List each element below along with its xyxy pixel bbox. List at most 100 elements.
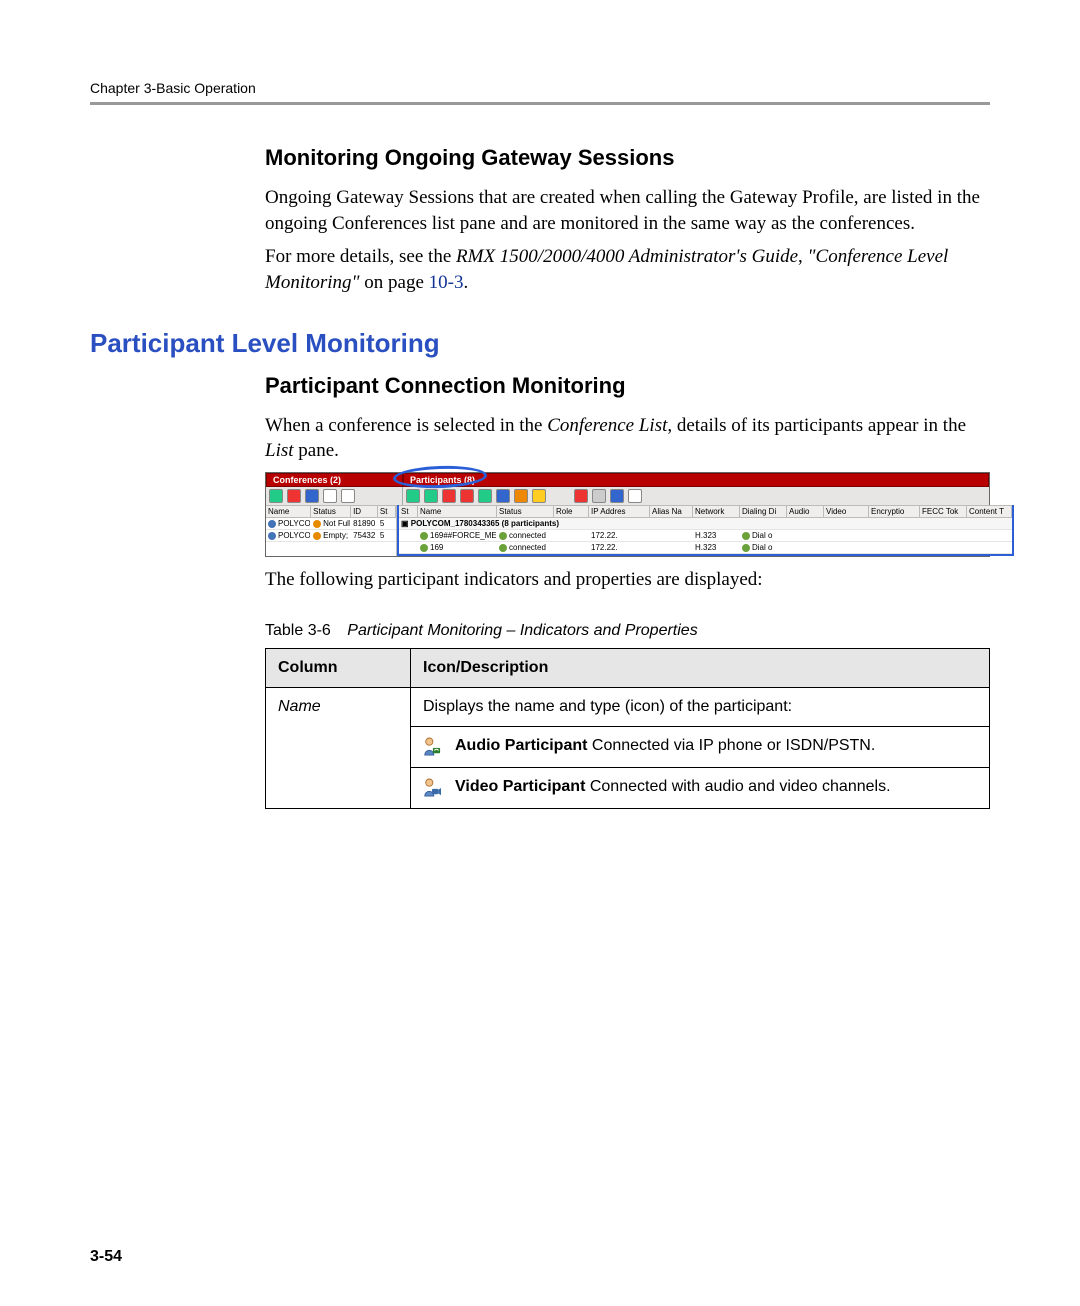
pcol-st: St bbox=[399, 506, 418, 517]
toolbar-icon bbox=[442, 489, 456, 503]
conference-icon bbox=[268, 532, 276, 540]
dial-icon bbox=[742, 544, 750, 552]
part-network: H.323 bbox=[693, 530, 740, 541]
text: When a conference is selected in the bbox=[265, 415, 547, 436]
col-st: St bbox=[378, 506, 396, 517]
toolbar-icon bbox=[305, 489, 319, 503]
td-name: Name bbox=[266, 688, 411, 809]
part-name: 169 bbox=[430, 543, 443, 552]
audio-participant-icon bbox=[423, 737, 441, 757]
dial-icon bbox=[742, 532, 750, 540]
conf-st: 5 bbox=[378, 518, 396, 529]
gateway-para-2: For more details, see the RMX 1500/2000/… bbox=[265, 244, 990, 295]
page-number: 3-54 bbox=[90, 1248, 122, 1266]
col-id: ID bbox=[351, 506, 378, 517]
video-label: Video Participant bbox=[455, 778, 585, 795]
tab-participants: Participants (8) bbox=[403, 473, 989, 487]
conf-status: Not Full; F bbox=[323, 519, 351, 528]
status-icon bbox=[499, 544, 507, 552]
toolbar-icon bbox=[341, 489, 355, 503]
text: pane. bbox=[294, 440, 339, 461]
group-row: ▣ POLYCOM_1780343365 (8 participants) bbox=[399, 518, 1012, 529]
page-link[interactable]: 10-3 bbox=[429, 272, 464, 293]
status-icon bbox=[313, 520, 321, 528]
text: on page bbox=[360, 272, 429, 293]
toolbar-icon bbox=[269, 489, 283, 503]
toolbar-icon bbox=[478, 489, 492, 503]
pcol-name: Name bbox=[418, 506, 497, 517]
col-status: Status bbox=[311, 506, 351, 517]
toolbar-icon bbox=[628, 489, 642, 503]
toolbar-icon bbox=[514, 489, 528, 503]
pcol-content: Content T bbox=[967, 506, 1012, 517]
table-caption: Table 3-6 Participant Monitoring – Indic… bbox=[265, 622, 990, 640]
indicators-intro: The following participant indicators and… bbox=[265, 567, 990, 593]
heading-connection-monitoring: Participant Connection Monitoring bbox=[265, 373, 990, 399]
list-em: List bbox=[265, 440, 294, 461]
toolbar-icon bbox=[574, 489, 588, 503]
th-icon-desc: Icon/Description bbox=[411, 649, 990, 688]
pcol-network: Network bbox=[693, 506, 740, 517]
toolbar-icon bbox=[610, 489, 624, 503]
conf-status: Empty; bbox=[323, 531, 348, 540]
pcol-ip: IP Addres bbox=[589, 506, 650, 517]
conf-id: 81890 bbox=[351, 518, 378, 529]
running-head: Chapter 3-Basic Operation bbox=[90, 80, 990, 96]
conf-name: POLYCOM bbox=[278, 531, 311, 540]
properties-table: Column Icon/Description Name Displays th… bbox=[265, 648, 990, 809]
conf-id: 75432 bbox=[351, 530, 378, 541]
participants-screenshot: Conferences (2) Participants (8) bbox=[265, 472, 990, 557]
part-status: connected bbox=[509, 531, 546, 540]
toolbar-icon bbox=[532, 489, 546, 503]
part-network: H.323 bbox=[693, 542, 740, 553]
toolbar-icon bbox=[406, 489, 420, 503]
part-ip: 172.22. bbox=[589, 530, 650, 541]
conf-name: POLYCOM bbox=[278, 519, 311, 528]
heading-participant-level: Participant Level Monitoring bbox=[90, 328, 990, 359]
audio-desc: Connected via IP phone or ISDN/PSTN. bbox=[587, 737, 875, 754]
doc-title: RMX 1500/2000/4000 Administrator's Guide bbox=[456, 246, 798, 267]
toolbar-icon bbox=[496, 489, 510, 503]
toolbar-icon bbox=[424, 489, 438, 503]
text: , details of its participants appear in … bbox=[667, 415, 966, 436]
tab-conferences: Conferences (2) bbox=[266, 473, 403, 487]
gateway-para-1: Ongoing Gateway Sessions that are create… bbox=[265, 185, 990, 236]
pcol-alias: Alias Na bbox=[650, 506, 693, 517]
toolbar-icon bbox=[323, 489, 337, 503]
table-title: Participant Monitoring – Indicators and … bbox=[335, 622, 697, 639]
th-column: Column bbox=[266, 649, 411, 688]
part-status: connected bbox=[509, 543, 546, 552]
header-rule bbox=[90, 102, 990, 105]
video-participant-icon bbox=[423, 778, 441, 798]
text: . bbox=[464, 272, 469, 293]
connection-para: When a conference is selected in the Con… bbox=[265, 413, 990, 464]
col-name: Name bbox=[266, 506, 311, 517]
status-icon bbox=[313, 532, 321, 540]
table-number: Table 3-6 bbox=[265, 622, 331, 639]
td-audio: Audio Participant Connected via IP phone… bbox=[411, 727, 990, 768]
pcol-role: Role bbox=[554, 506, 589, 517]
conf-st: 5 bbox=[378, 530, 396, 541]
text: , bbox=[798, 246, 808, 267]
text: For more details, see the bbox=[265, 246, 456, 267]
pcol-audio: Audio bbox=[787, 506, 824, 517]
td-name-desc: Displays the name and type (icon) of the… bbox=[411, 688, 990, 727]
part-name: 169##FORCE_ME bbox=[430, 531, 497, 540]
pcol-video: Video bbox=[824, 506, 869, 517]
toolbar-icon bbox=[592, 489, 606, 503]
toolbar-icon bbox=[287, 489, 301, 503]
td-video: Video Participant Connected with audio a… bbox=[411, 768, 990, 809]
participant-icon bbox=[420, 532, 428, 540]
part-ip: 172.22. bbox=[589, 542, 650, 553]
pcol-fecc: FECC Tok bbox=[920, 506, 967, 517]
part-dialing: Dial o bbox=[752, 543, 772, 552]
conf-list-em: Conference List bbox=[547, 415, 667, 436]
pcol-dialing: Dialing Di bbox=[740, 506, 787, 517]
toolbar-icon bbox=[460, 489, 474, 503]
audio-label: Audio Participant bbox=[455, 737, 587, 754]
status-icon bbox=[499, 532, 507, 540]
part-dialing: Dial o bbox=[752, 531, 772, 540]
group-label: POLYCOM_1780343365 (8 participants) bbox=[411, 519, 559, 528]
heading-gateway-sessions: Monitoring Ongoing Gateway Sessions bbox=[265, 145, 990, 171]
participant-icon bbox=[420, 544, 428, 552]
